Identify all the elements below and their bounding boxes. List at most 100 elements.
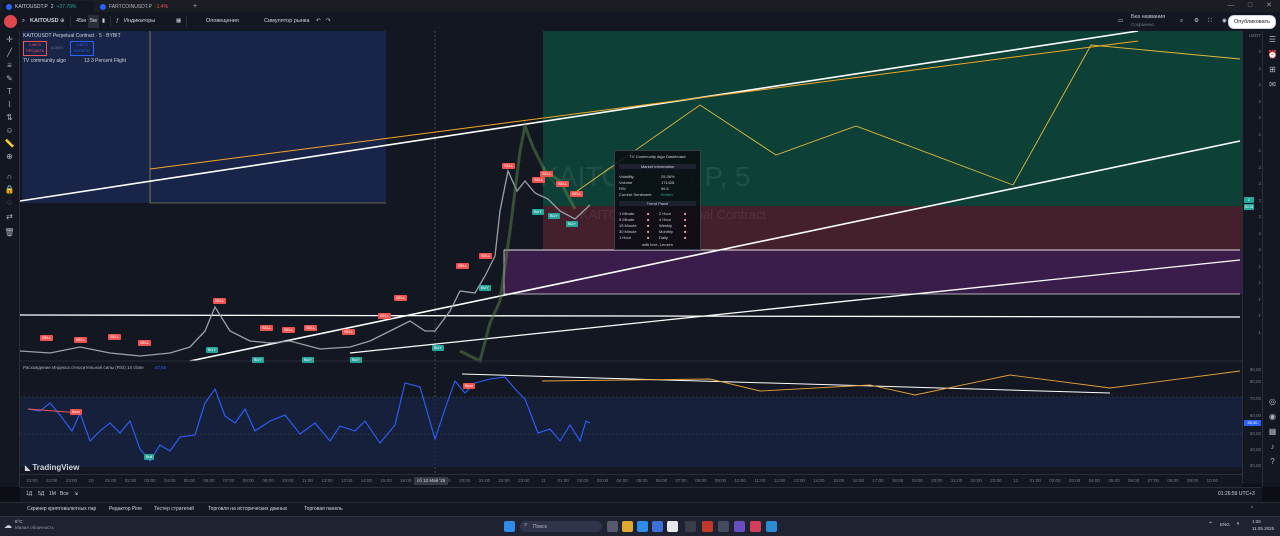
time-axis-tick: 23:00: [65, 478, 77, 483]
discord-icon[interactable]: [734, 521, 745, 532]
templates-icon[interactable]: ▦: [176, 15, 181, 28]
tab-trading-panel[interactable]: Торговая панель: [304, 506, 343, 512]
browser-tab-kaito[interactable]: KAITOUSDT.P 2 +37.79%: [2, 1, 94, 12]
tray-chevron-icon[interactable]: ⌃: [1208, 521, 1213, 528]
watchlist-icon[interactable]: ☰: [1267, 34, 1278, 45]
telegram-icon[interactable]: [766, 521, 777, 532]
interval-5m-button[interactable]: 5м: [88, 15, 99, 28]
streams-icon[interactable]: ◉: [1267, 411, 1278, 422]
volume-icon[interactable]: ◖: [1236, 521, 1240, 527]
browser-tab-fartcoin[interactable]: FARTCOINUSDT.P -1.4%: [96, 1, 188, 12]
price-scale-label: 2: [1258, 247, 1261, 252]
steam-icon[interactable]: [718, 521, 729, 532]
rsi-legend[interactable]: Расхождение Индекса относительной силы (…: [23, 365, 144, 370]
clock-date[interactable]: 11.05.2025: [1252, 526, 1274, 531]
layout-name-button[interactable]: Без названия Сохранено: [1131, 14, 1165, 27]
prediction-icon[interactable]: ⇅: [4, 112, 15, 123]
indicators-icon[interactable]: ƒ: [116, 15, 119, 28]
yandex-browser-icon[interactable]: [667, 521, 678, 532]
price-scale[interactable]: USDT 222222222222211111 2 00:15 90,00 80…: [1242, 31, 1263, 484]
symbol-search-button[interactable]: KAITOUSD: [30, 15, 59, 28]
range-1d-button[interactable]: 1Д: [26, 491, 32, 497]
timezone-clock[interactable]: 01:26:59 UTC+3: [1218, 491, 1255, 497]
start-menu-icon[interactable]: [504, 521, 515, 532]
trend-row: 1 Hour ■ Daily ■: [619, 235, 687, 240]
notifications-icon[interactable]: ♪: [1267, 441, 1278, 452]
tab-replay-trading[interactable]: Торговля на исторических данных: [208, 506, 287, 512]
language-indicator[interactable]: ENG: [1220, 522, 1230, 527]
collapse-panel-icon[interactable]: ⌃: [1250, 506, 1254, 512]
alerts-button[interactable]: Оповещения: [206, 15, 239, 28]
sell-button[interactable]: 1,8670 ПРОДАТЬ: [23, 41, 47, 56]
text-icon[interactable]: T: [4, 86, 15, 97]
edge-browser-icon[interactable]: [637, 521, 648, 532]
close-window-button[interactable]: ✕: [1260, 0, 1278, 12]
delete-drawings-icon[interactable]: 🗑: [4, 227, 15, 238]
range-1m-button[interactable]: 1М: [49, 491, 56, 497]
symbol-legend-title[interactable]: KAITOUSDT Perpetual Contract · 5 · BYBIT: [23, 33, 121, 39]
minimize-button[interactable]: —: [1222, 0, 1240, 12]
new-tab-button[interactable]: +: [190, 1, 200, 12]
weather-icon[interactable]: ☁: [4, 521, 12, 530]
chat-icon[interactable]: ✉: [1267, 79, 1278, 90]
tradingview-logo-text: TradingView: [32, 463, 80, 472]
compare-symbol-icon[interactable]: ⊕: [60, 15, 65, 28]
help-icon[interactable]: ?: [1267, 456, 1278, 467]
tradingview-app-icon[interactable]: [685, 521, 696, 532]
patterns-icon[interactable]: ⌇: [4, 99, 15, 110]
ideas-icon[interactable]: ◎: [1267, 396, 1278, 407]
settings-icon[interactable]: ⚙: [1194, 15, 1199, 28]
indicators-button[interactable]: Индикаторы: [124, 15, 155, 28]
hide-drawings-icon[interactable]: ◌: [4, 197, 15, 208]
brush-icon[interactable]: ✎: [4, 73, 15, 84]
time-axis-tick: 02:00: [124, 478, 136, 483]
chart-type-candles-icon[interactable]: ▮: [102, 15, 105, 28]
buy-button[interactable]: 1,8671 КУПИТЬ: [70, 41, 94, 56]
fib-retracement-icon[interactable]: ≡: [4, 60, 15, 71]
publish-button[interactable]: Опубликовать: [1228, 15, 1276, 29]
layout-icon[interactable]: ▭: [1118, 15, 1123, 28]
file-explorer-icon[interactable]: [622, 521, 633, 532]
ruler-icon[interactable]: 📏: [4, 138, 15, 149]
store-icon[interactable]: [652, 521, 663, 532]
indicator-legend-2[interactable]: 13 3 Percent Flight: [84, 58, 126, 64]
avatar[interactable]: [4, 15, 17, 28]
trend-line-icon[interactable]: ╱: [4, 47, 15, 58]
clock-time[interactable]: 1:26: [1252, 519, 1261, 524]
alerts-icon[interactable]: ⏰: [1267, 49, 1278, 60]
interval-45m-button[interactable]: 45м: [76, 15, 86, 28]
tab-pine-editor[interactable]: Редактор Pine: [109, 506, 142, 512]
indicator-legend-1[interactable]: TV community algo: [23, 58, 66, 64]
quick-search-icon[interactable]: ⌕: [1180, 15, 1183, 28]
icons-icon[interactable]: ☺: [4, 125, 15, 136]
range-all-button[interactable]: Все: [60, 491, 69, 497]
calendar-icon[interactable]: ▦: [1267, 426, 1278, 437]
redo-icon[interactable]: ↷: [326, 15, 331, 28]
object-tree-icon[interactable]: ⊞: [1267, 64, 1278, 75]
sell-signal: SELL: [74, 337, 88, 343]
tab-strategy-tester[interactable]: Тестер стратегий: [154, 506, 194, 512]
media-player-icon[interactable]: [750, 521, 761, 532]
chart-pane[interactable]: KAITOUSDT Perpetual Contract · 5 · BYBIT…: [20, 31, 1242, 484]
app-icon-red[interactable]: [702, 521, 713, 532]
maximize-button[interactable]: □: [1241, 0, 1259, 12]
undo-icon[interactable]: ↶: [316, 15, 321, 28]
screenshot-icon[interactable]: ◉: [1222, 15, 1227, 28]
currency-label[interactable]: USDT: [1249, 33, 1261, 38]
crosshair-icon[interactable]: ✛: [4, 34, 15, 45]
last-price-tag: 2: [1244, 197, 1254, 203]
zoom-in-icon[interactable]: ⊕: [4, 151, 15, 162]
sync-drawings-icon[interactable]: ⇄: [4, 211, 15, 222]
magnet-icon[interactable]: ∩: [4, 171, 15, 182]
time-axis[interactable]: 21:00 22:00 23:00 10 01:00 02:00 03:00 04:00 05:…: [20, 474, 1242, 487]
go-to-date-icon[interactable]: ⇲: [74, 491, 78, 497]
browser-tab-title: KAITOUSDT.P: [15, 3, 48, 10]
lock-drawings-icon[interactable]: 🔒: [4, 184, 15, 195]
task-view-icon[interactable]: [607, 521, 618, 532]
symbol-search-icon[interactable]: ⌕: [22, 15, 25, 28]
replay-button[interactable]: Симулятор рынка: [264, 15, 309, 28]
range-5d-button[interactable]: 5Д: [38, 491, 44, 497]
fullscreen-icon[interactable]: ⛶: [1208, 15, 1212, 28]
taskbar-search-box[interactable]: ⌕ Поиск: [520, 521, 602, 532]
tab-crypto-screener[interactable]: Скринер криптовалютных пар: [27, 506, 96, 512]
